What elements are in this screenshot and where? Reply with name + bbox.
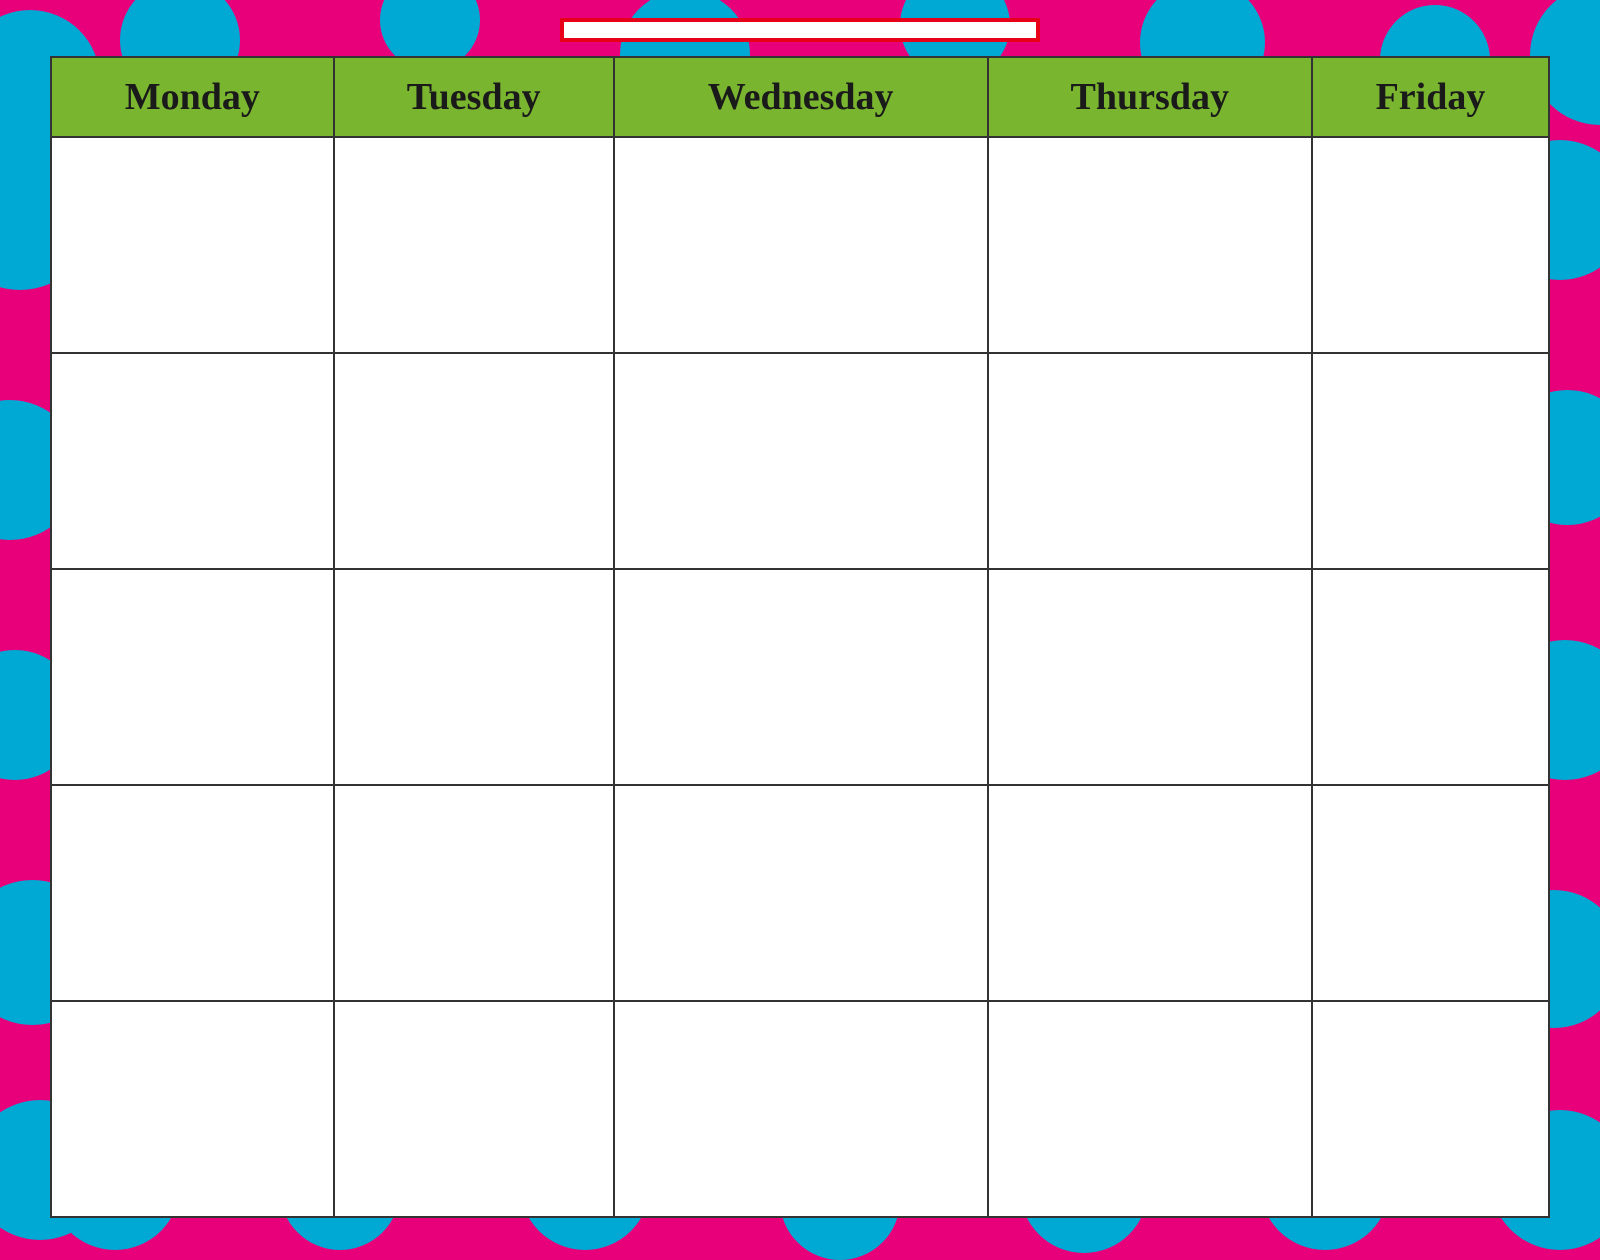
calendar-row: [51, 569, 1549, 785]
calendar-row: [51, 353, 1549, 569]
calendar-cell[interactable]: [334, 569, 614, 785]
header-row: MondayTuesdayWednesdayThursdayFriday: [51, 57, 1549, 137]
calendar-cell[interactable]: [1312, 569, 1549, 785]
calendar-cell[interactable]: [51, 137, 334, 353]
page-content: MondayTuesdayWednesdayThursdayFriday: [0, 0, 1600, 1236]
calendar-row: [51, 137, 1549, 353]
calendar-cell[interactable]: [51, 569, 334, 785]
calendar-cell[interactable]: [51, 785, 334, 1001]
day-header-friday: Friday: [1312, 57, 1549, 137]
calendar-cell[interactable]: [988, 1001, 1312, 1217]
calendar-cell[interactable]: [334, 353, 614, 569]
calendar-cell[interactable]: [334, 1001, 614, 1217]
calendar-cell[interactable]: [988, 569, 1312, 785]
calendar-cell[interactable]: [51, 1001, 334, 1217]
calendar-cell[interactable]: [988, 785, 1312, 1001]
day-header-thursday: Thursday: [988, 57, 1312, 137]
calendar-cell[interactable]: [988, 353, 1312, 569]
calendar-cell[interactable]: [988, 137, 1312, 353]
calendar-cell[interactable]: [614, 569, 988, 785]
calendar-cell[interactable]: [1312, 137, 1549, 353]
calendar-cell[interactable]: [334, 785, 614, 1001]
calendar-row: [51, 785, 1549, 1001]
calendar-cell[interactable]: [614, 785, 988, 1001]
day-header-monday: Monday: [51, 57, 334, 137]
calendar-cell[interactable]: [614, 1001, 988, 1217]
calendar-cell[interactable]: [614, 137, 988, 353]
calendar-cell[interactable]: [51, 353, 334, 569]
calendar-cell[interactable]: [334, 137, 614, 353]
calendar-row: [51, 1001, 1549, 1217]
day-header-tuesday: Tuesday: [334, 57, 614, 137]
calendar-cell[interactable]: [614, 353, 988, 569]
calendar-table: MondayTuesdayWednesdayThursdayFriday: [50, 56, 1550, 1218]
day-header-wednesday: Wednesday: [614, 57, 988, 137]
calendar-cell[interactable]: [1312, 1001, 1549, 1217]
month-title-box: [560, 18, 1040, 42]
calendar-cell[interactable]: [1312, 785, 1549, 1001]
calendar-cell[interactable]: [1312, 353, 1549, 569]
